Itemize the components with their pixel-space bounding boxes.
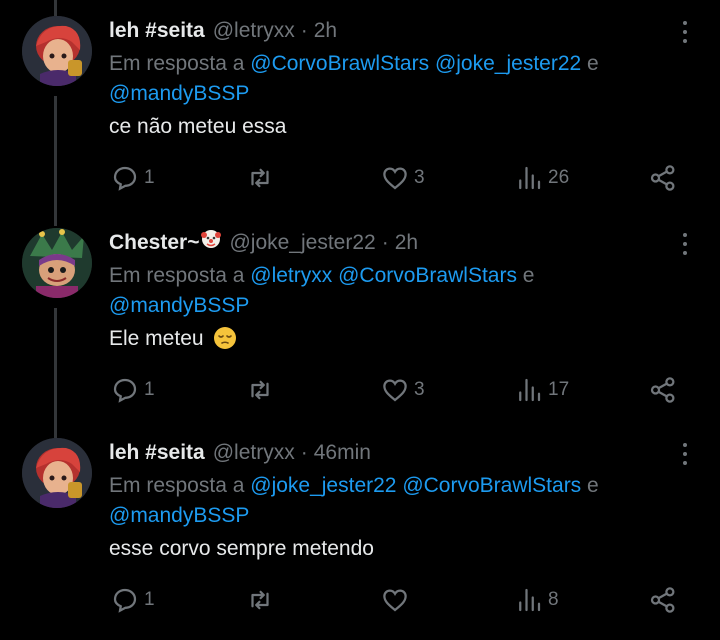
tweet-text-content: ce não meteu essa bbox=[109, 115, 287, 138]
display-name[interactable]: Chester~ bbox=[109, 228, 199, 258]
heart-icon bbox=[383, 379, 407, 402]
user-handle[interactable]: @joke_jester22 bbox=[229, 228, 375, 258]
retweet-icon bbox=[251, 380, 269, 400]
tweet[interactable]: leh #seita @letryxx · 2h Em resposta a @… bbox=[0, 16, 720, 196]
reply-count: 1 bbox=[144, 379, 155, 400]
thread-line-top bbox=[54, 0, 57, 16]
like-count: 3 bbox=[414, 167, 425, 188]
more-options-icon[interactable] bbox=[676, 230, 694, 258]
tweet-text: Ele meteu bbox=[109, 324, 669, 354]
more-options-icon[interactable] bbox=[676, 18, 694, 46]
chester-jester-avatar-icon bbox=[22, 228, 92, 298]
views-chart-icon bbox=[519, 166, 541, 190]
views-button[interactable]: 17 bbox=[514, 375, 569, 405]
views-count: 17 bbox=[548, 379, 570, 400]
conjunction: e bbox=[587, 52, 599, 75]
reply-icon bbox=[113, 378, 137, 403]
like-count: 3 bbox=[414, 379, 425, 400]
share-button[interactable] bbox=[648, 163, 678, 193]
views-button[interactable]: 8 bbox=[514, 585, 559, 615]
like-button[interactable]: 3 bbox=[380, 163, 425, 193]
reply-icon bbox=[113, 588, 137, 613]
conjunction: e bbox=[587, 474, 599, 497]
reply-button[interactable]: 1 bbox=[110, 375, 155, 405]
mention-link[interactable]: @mandyBSSP bbox=[109, 82, 249, 105]
mention-link[interactable]: @joke_jester22 bbox=[250, 474, 396, 497]
reply-button[interactable]: 1 bbox=[110, 585, 155, 615]
avatar[interactable] bbox=[22, 228, 92, 298]
tweet-header: leh #seita @letryxx · 2h bbox=[109, 16, 337, 46]
separator: · bbox=[381, 231, 389, 254]
tweet-actions: 1 3 17 bbox=[0, 375, 720, 405]
reply-context: Em resposta a @CorvoBrawlStars @joke_jes… bbox=[109, 49, 669, 109]
reply-button[interactable]: 1 bbox=[110, 163, 155, 193]
views-chart-icon bbox=[519, 588, 541, 612]
user-handle[interactable]: @letryxx bbox=[213, 16, 295, 46]
retweet-button[interactable] bbox=[245, 375, 279, 405]
reply-prefix: Em resposta a bbox=[109, 264, 245, 287]
display-name[interactable]: leh #seita bbox=[109, 438, 205, 468]
clown-face-emoji-icon bbox=[201, 230, 222, 248]
tweet[interactable]: leh #seita @letryxx · 46min Em resposta … bbox=[0, 438, 720, 628]
share-button[interactable] bbox=[648, 585, 678, 615]
reply-context: Em resposta a @joke_jester22 @CorvoBrawl… bbox=[109, 471, 669, 531]
mention-link[interactable]: @CorvoBrawlStars bbox=[250, 52, 429, 75]
mention-link[interactable]: @joke_jester22 bbox=[435, 52, 581, 75]
user-handle[interactable]: @letryxx bbox=[213, 438, 295, 468]
tweet-text: ce não meteu essa bbox=[109, 112, 669, 142]
tweet-actions: 1 3 26 bbox=[0, 163, 720, 193]
reply-count: 1 bbox=[144, 589, 155, 610]
views-button[interactable]: 26 bbox=[514, 163, 569, 193]
display-name[interactable]: leh #seita bbox=[109, 16, 205, 46]
retweet-icon bbox=[251, 168, 269, 188]
timestamp[interactable]: 2h bbox=[314, 16, 337, 46]
brawler-avatar-red-hair-icon bbox=[22, 438, 92, 508]
mention-link[interactable]: @CorvoBrawlStars bbox=[402, 474, 581, 497]
heart-icon bbox=[383, 589, 407, 612]
reply-icon bbox=[113, 166, 137, 191]
heart-icon bbox=[383, 167, 407, 190]
retweet-button[interactable] bbox=[245, 163, 279, 193]
mention-link[interactable]: @mandyBSSP bbox=[109, 504, 249, 527]
brawler-avatar-red-hair-icon bbox=[22, 16, 92, 86]
timestamp[interactable]: 46min bbox=[314, 438, 371, 468]
mention-link[interactable]: @mandyBSSP bbox=[109, 294, 249, 317]
conjunction: e bbox=[522, 264, 535, 287]
tweet-header: Chester~ @joke_jester22 · 2h bbox=[109, 228, 418, 258]
views-chart-icon bbox=[519, 378, 541, 402]
share-icon bbox=[650, 587, 675, 613]
tweet[interactable]: Chester~ @joke_jester22 · 2h Em resposta… bbox=[0, 228, 720, 408]
retweet-button[interactable] bbox=[245, 585, 279, 615]
mention-link[interactable]: @CorvoBrawlStars bbox=[338, 264, 517, 287]
timestamp[interactable]: 2h bbox=[395, 228, 418, 258]
avatar[interactable] bbox=[22, 438, 92, 508]
like-button[interactable]: 3 bbox=[380, 375, 425, 405]
views-count: 26 bbox=[548, 167, 570, 188]
avatar[interactable] bbox=[22, 16, 92, 86]
like-button[interactable] bbox=[380, 585, 414, 615]
tweet-text-content: Ele meteu bbox=[109, 327, 204, 350]
share-icon bbox=[650, 377, 675, 403]
share-button[interactable] bbox=[648, 375, 678, 405]
separator: · bbox=[300, 19, 308, 42]
separator: · bbox=[300, 441, 308, 464]
reply-count: 1 bbox=[144, 167, 155, 188]
reply-context: Em resposta a @letryxx @CorvoBrawlStars … bbox=[109, 261, 669, 321]
tweet-text: esse corvo sempre metendo bbox=[109, 534, 669, 564]
reply-prefix: Em resposta a bbox=[109, 52, 245, 75]
retweet-icon bbox=[251, 590, 269, 610]
views-count: 8 bbox=[548, 589, 559, 610]
share-icon bbox=[650, 165, 675, 191]
tweet-text-content: esse corvo sempre metendo bbox=[109, 537, 374, 560]
tweet-header: leh #seita @letryxx · 46min bbox=[109, 438, 371, 468]
pensive-face-emoji-icon bbox=[214, 327, 237, 349]
mention-link[interactable]: @letryxx bbox=[250, 264, 332, 287]
tweet-actions: 1 8 bbox=[0, 585, 720, 615]
more-options-icon[interactable] bbox=[676, 440, 694, 468]
reply-prefix: Em resposta a bbox=[109, 474, 245, 497]
